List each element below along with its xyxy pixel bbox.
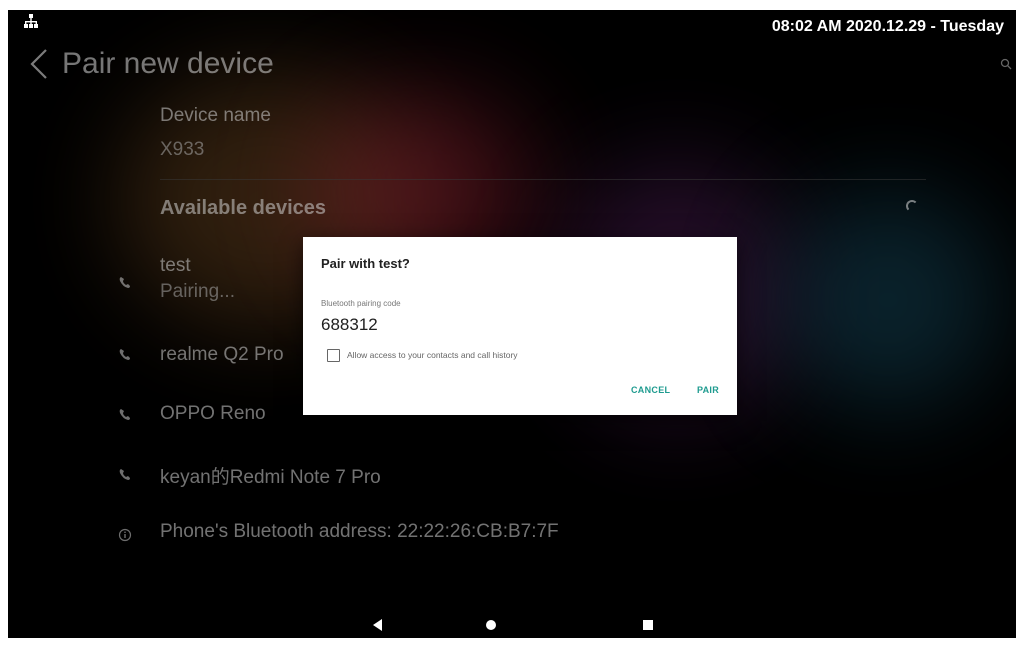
device-item-name[interactable]: keyan的Redmi Note 7 Pro bbox=[160, 462, 381, 489]
nav-home-icon[interactable] bbox=[486, 620, 496, 630]
contacts-access-checkbox[interactable] bbox=[327, 349, 340, 362]
phone-icon bbox=[118, 468, 136, 486]
search-icon[interactable] bbox=[1000, 58, 1012, 73]
device-name-label: Device name bbox=[160, 105, 271, 126]
device-item-name[interactable]: realme Q2 Pro bbox=[160, 344, 284, 366]
navigation-bar bbox=[8, 612, 1016, 638]
phone-icon bbox=[118, 408, 136, 426]
device-name-value[interactable]: X933 bbox=[160, 139, 204, 161]
pair-button[interactable]: PAIR bbox=[697, 385, 719, 395]
pair-dialog: Pair with test? Bluetooth pairing code 6… bbox=[303, 237, 737, 415]
nav-recent-icon[interactable] bbox=[643, 620, 653, 630]
status-time-date: 08:02 AM 2020.12.29 - Tuesday bbox=[771, 18, 1004, 35]
pairing-code: 688312 bbox=[321, 315, 378, 334]
device-screen: 08:02 AM 2020.12.29 - Tuesday Pair new d… bbox=[8, 10, 1016, 638]
nav-back-icon[interactable] bbox=[373, 618, 383, 636]
contacts-access-label[interactable]: Allow access to your contacts and call h… bbox=[347, 350, 518, 360]
loading-spinner-icon bbox=[906, 200, 918, 212]
info-icon bbox=[118, 528, 136, 546]
back-row: Pair new device bbox=[22, 46, 274, 82]
phone-icon bbox=[118, 276, 136, 294]
available-devices-heading: Available devices bbox=[160, 197, 327, 219]
network-icon bbox=[24, 14, 38, 33]
device-item-name[interactable]: OPPO Reno bbox=[160, 403, 266, 425]
phone-icon bbox=[118, 348, 136, 366]
chevron-left-icon[interactable] bbox=[22, 46, 58, 82]
device-item-status: Pairing... bbox=[160, 281, 235, 302]
device-item-name[interactable]: test bbox=[160, 255, 191, 277]
bluetooth-address: Phone's Bluetooth address: 22:22:26:CB:B… bbox=[160, 521, 559, 542]
cancel-button[interactable]: CANCEL bbox=[631, 385, 670, 395]
pairing-code-label: Bluetooth pairing code bbox=[321, 299, 401, 308]
divider bbox=[160, 179, 926, 180]
page-title: Pair new device bbox=[62, 47, 274, 80]
dialog-title: Pair with test? bbox=[321, 256, 410, 271]
